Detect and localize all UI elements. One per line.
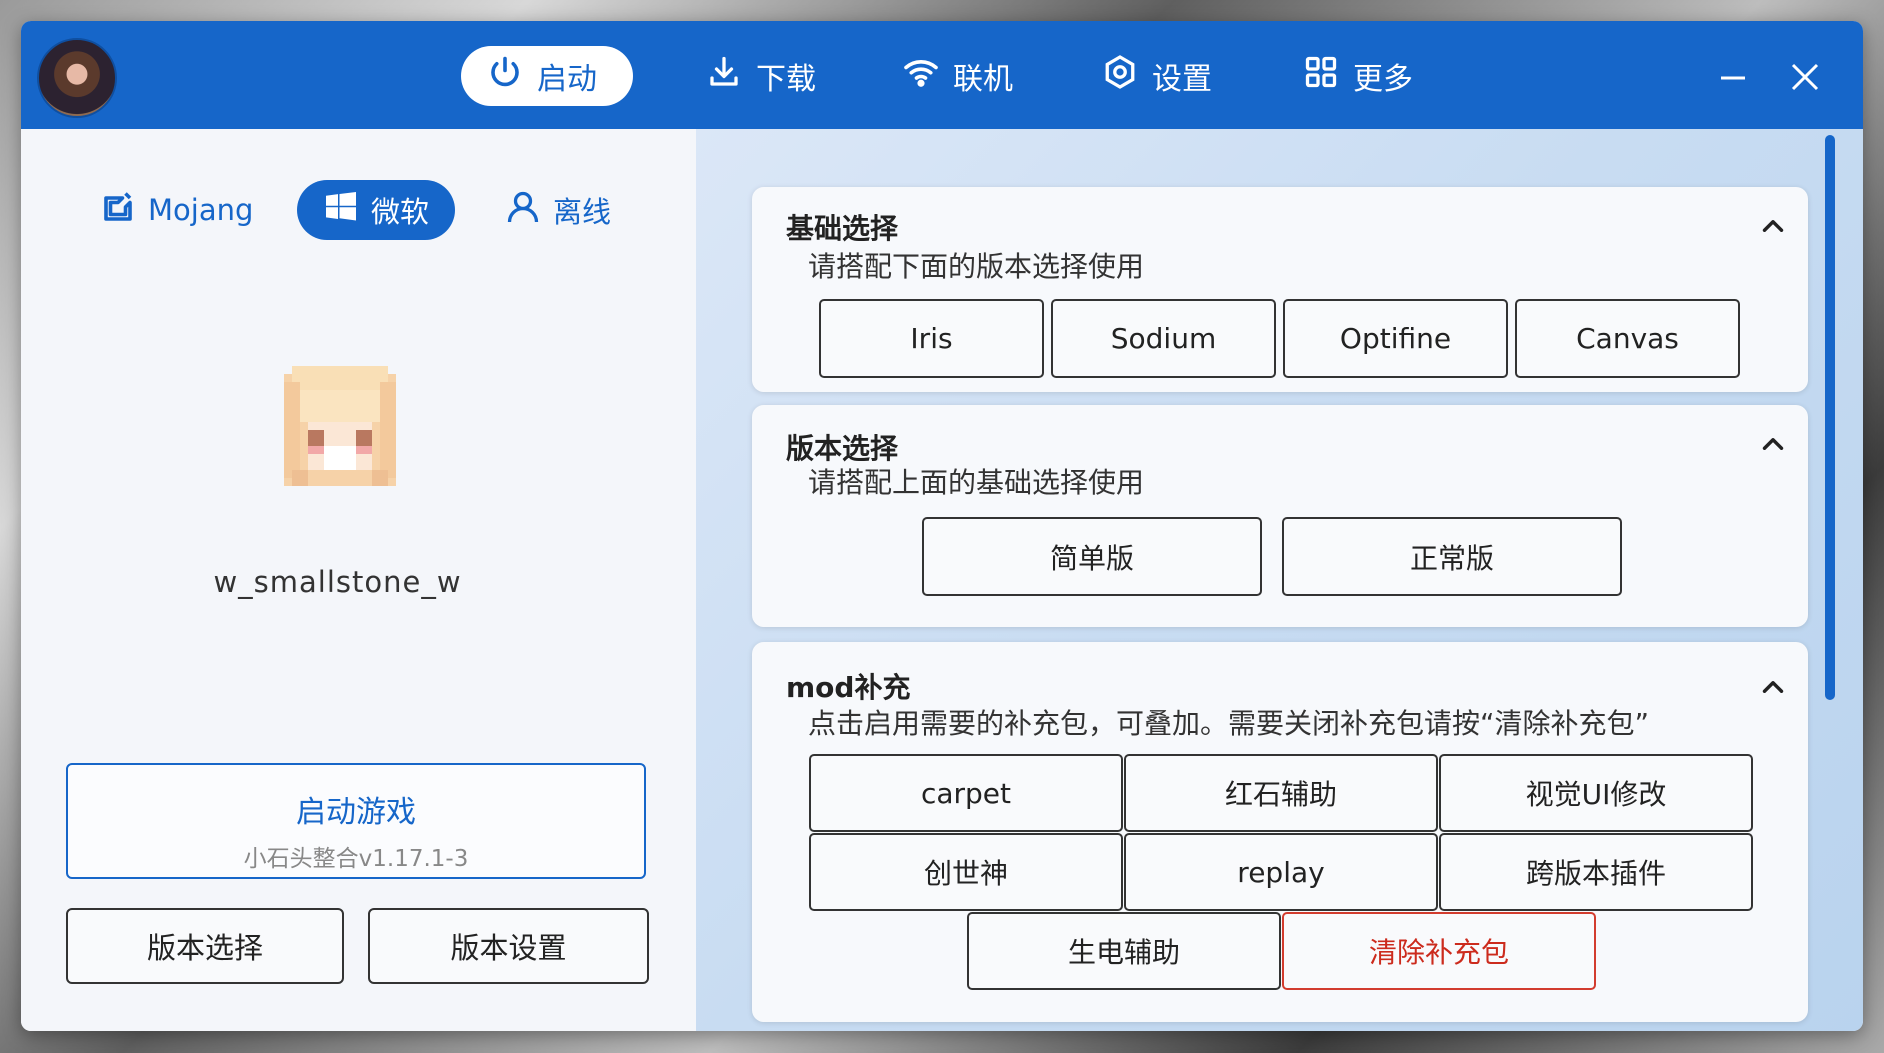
option-simple-version[interactable]: 简单版 bbox=[922, 517, 1262, 596]
version-section-card: 版本选择 请搭配上面的基础选择使用 简单版 正常版 bbox=[752, 405, 1808, 627]
scrollbar[interactable] bbox=[1825, 135, 1835, 700]
player-skin-head bbox=[276, 366, 404, 494]
account-offline[interactable]: 离线 bbox=[485, 180, 631, 240]
option-sodium[interactable]: Sodium bbox=[1051, 299, 1276, 378]
collapse-basic-button[interactable] bbox=[1756, 209, 1790, 243]
mod-visual-ui[interactable]: 视觉UI修改 bbox=[1439, 754, 1753, 832]
nav-download-label: 下载 bbox=[756, 62, 816, 97]
mojang-icon bbox=[100, 189, 136, 232]
version-section-subtitle: 请搭配上面的基础选择使用 bbox=[808, 466, 1145, 499]
account-mojang-label: Mojang bbox=[148, 193, 254, 227]
nav-settings[interactable]: 设置 bbox=[1076, 46, 1238, 106]
option-canvas[interactable]: Canvas bbox=[1515, 299, 1740, 378]
mod-section-card: mod补充 点击启用需要的补充包，可叠加。需要关闭补充包请按“清除补充包” ca… bbox=[752, 642, 1808, 1022]
account-mojang[interactable]: Mojang bbox=[80, 180, 273, 240]
collapse-mod-button[interactable] bbox=[1756, 670, 1790, 704]
mod-technical-helper[interactable]: 生电辅助 bbox=[967, 912, 1281, 990]
launch-game-button[interactable]: 启动游戏 小石头整合v1.17.1-3 bbox=[66, 763, 646, 879]
user-avatar[interactable] bbox=[37, 38, 117, 118]
mod-replay[interactable]: replay bbox=[1124, 833, 1438, 911]
option-optifine[interactable]: Optifine bbox=[1283, 299, 1508, 378]
power-icon bbox=[487, 54, 523, 98]
windows-icon bbox=[323, 189, 359, 232]
launch-game-label: 启动游戏 bbox=[296, 795, 416, 830]
launch-version-label: 小石头整合v1.17.1-3 bbox=[243, 846, 469, 872]
chevron-up-icon bbox=[1762, 438, 1784, 450]
account-microsoft-label: 微软 bbox=[371, 195, 430, 229]
nav-download[interactable]: 下载 bbox=[680, 46, 842, 106]
basic-section-card: 基础选择 请搭配下面的版本选择使用 Iris Sodium Optifine C… bbox=[752, 187, 1808, 392]
mod-redstone-helper[interactable]: 红石辅助 bbox=[1124, 754, 1438, 832]
gear-icon bbox=[1102, 54, 1138, 98]
nav-online-label: 联机 bbox=[953, 62, 1013, 97]
nav-settings-label: 设置 bbox=[1152, 62, 1212, 97]
version-settings-button[interactable]: 版本设置 bbox=[368, 908, 649, 984]
account-microsoft[interactable]: 微软 bbox=[297, 180, 456, 240]
nav-launch-label: 启动 bbox=[537, 62, 597, 97]
nav-more[interactable]: 更多 bbox=[1277, 46, 1439, 106]
chevron-up-icon bbox=[1762, 681, 1784, 693]
option-normal-version[interactable]: 正常版 bbox=[1282, 517, 1622, 596]
mod-section-title: mod补充 bbox=[786, 671, 911, 704]
mod-worldedit[interactable]: 创世神 bbox=[809, 833, 1123, 911]
option-iris[interactable]: Iris bbox=[819, 299, 1044, 378]
version-select-button[interactable]: 版本选择 bbox=[66, 908, 344, 984]
clear-mods-button[interactable]: 清除补充包 bbox=[1282, 912, 1596, 990]
nav-more-label: 更多 bbox=[1353, 62, 1413, 97]
basic-section-subtitle: 请搭配下面的版本选择使用 bbox=[808, 250, 1145, 283]
close-icon bbox=[1791, 63, 1819, 91]
mod-cross-version-plugin[interactable]: 跨版本插件 bbox=[1439, 833, 1753, 911]
collapse-version-button[interactable] bbox=[1756, 427, 1790, 461]
minimize-button[interactable] bbox=[1713, 57, 1753, 97]
nav-online[interactable]: 联机 bbox=[877, 46, 1039, 106]
basic-section-title: 基础选择 bbox=[786, 212, 899, 245]
account-offline-label: 离线 bbox=[553, 195, 612, 229]
player-name: w_smallstone_w bbox=[213, 565, 462, 599]
minimize-icon bbox=[1721, 76, 1745, 80]
user-icon bbox=[505, 189, 541, 232]
close-button[interactable] bbox=[1785, 57, 1825, 97]
chevron-up-icon bbox=[1762, 220, 1784, 232]
download-icon bbox=[706, 54, 742, 98]
wifi-icon bbox=[903, 54, 939, 98]
grid-icon bbox=[1303, 54, 1339, 98]
mod-carpet[interactable]: carpet bbox=[809, 754, 1123, 832]
mod-section-subtitle: 点击启用需要的补充包，可叠加。需要关闭补充包请按“清除补充包” bbox=[808, 707, 1650, 740]
title-bar: 启动 下载 联机 设置 更多 bbox=[21, 21, 1863, 129]
nav-launch[interactable]: 启动 bbox=[461, 46, 633, 106]
